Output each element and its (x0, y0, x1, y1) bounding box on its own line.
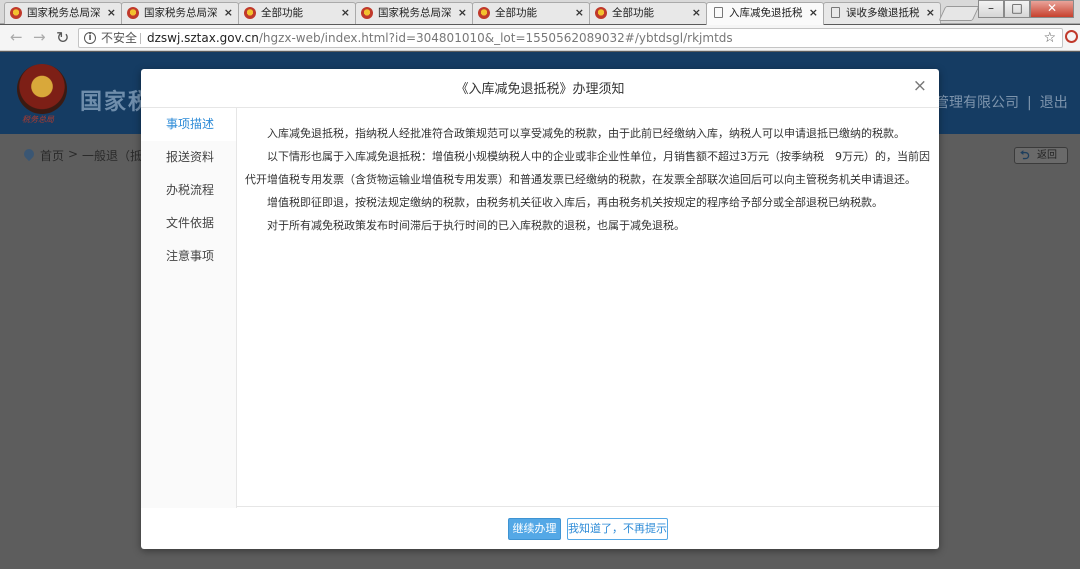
continue-button[interactable]: 继续办理 (508, 518, 561, 540)
national-emblem-icon (17, 64, 67, 114)
browser-tab[interactable]: 国家税务总局深 × (121, 2, 239, 24)
maximize-icon[interactable]: □ (1004, 0, 1030, 18)
browser-tab-strip: 国家税务总局深 × 国家税务总局深 × 全部功能 × 国家税务总局深 × 全部功… (0, 0, 1080, 25)
notice-dialog: 《入库减免退抵税》办理须知 × 事项描述 报送资料 办税流程 文件依据 注意事项… (141, 69, 939, 549)
tax-emblem-icon (244, 7, 256, 19)
content-paragraph: 对于所有减免税政策发布时间滞后于执行时间的已入库税款的退税，也属于减免退税。 (267, 219, 685, 232)
window-close-icon[interactable]: ✕ (1030, 0, 1074, 18)
side-item-notes[interactable]: 注意事项 (141, 240, 236, 273)
emblem-caption: 税务总局 (22, 115, 54, 124)
tab-label: 国家税务总局深 (378, 7, 452, 19)
close-icon[interactable]: × (224, 3, 233, 23)
document-icon (831, 7, 840, 18)
side-item-legal-basis[interactable]: 文件依据 (141, 207, 236, 240)
extension-icon[interactable] (1065, 30, 1078, 43)
info-icon[interactable]: i (84, 32, 96, 44)
tax-emblem-icon (361, 7, 373, 19)
divider (140, 33, 141, 44)
dialog-footer: 继续办理 我知道了，不再提示 (141, 507, 939, 549)
content-paragraph: 增值税即征即退，按税法规定缴纳的税款，由税务机关征收入库后，再由税务机关按规定的… (267, 196, 883, 209)
tab-label: 全部功能 (261, 7, 303, 19)
url-path: /hgzx-web/index.html?id=304801010&_lot=1… (258, 31, 733, 45)
header-divider: | (1027, 95, 1032, 111)
tab-label: 国家税务总局深 (27, 7, 101, 19)
close-icon[interactable]: × (692, 3, 701, 23)
location-pin-icon (21, 146, 37, 162)
tab-label: 全部功能 (612, 7, 654, 19)
browser-tab-active[interactable]: 入库减免退抵税 × (706, 2, 824, 25)
tax-emblem-icon (10, 7, 22, 19)
tax-emblem-icon (127, 7, 139, 19)
return-arrow-icon: ⮌ (1020, 148, 1030, 162)
back-arrow-icon[interactable]: ← (10, 29, 23, 46)
minimize-icon[interactable]: – (978, 0, 1004, 18)
browser-toolbar: ← → ↻ i 不安全 dzswj.sztax.gov.cn/hgzx-web/… (0, 25, 1080, 51)
reload-icon[interactable]: ↻ (56, 29, 69, 46)
close-icon[interactable]: × (575, 3, 584, 23)
bookmark-star-icon[interactable]: ☆ (1043, 29, 1056, 47)
content-paragraph: 入库减免退抵税，指纳税人经批准符合政策规范可以享受减免的税款，由于此前已经缴纳入… (267, 127, 905, 140)
close-icon[interactable]: × (913, 77, 927, 95)
side-item-materials[interactable]: 报送资料 (141, 141, 236, 174)
back-button[interactable]: ⮌ 返回 (1014, 147, 1068, 164)
tab-label: 入库减免退抵税 (729, 7, 803, 19)
back-label: 返回 (1037, 150, 1057, 161)
browser-tab[interactable]: 国家税务总局深 × (4, 2, 122, 24)
close-icon[interactable]: × (926, 3, 935, 23)
browser-tab[interactable]: 全部功能 × (238, 2, 356, 24)
breadcrumb-home[interactable]: 首页 (40, 147, 64, 164)
breadcrumb-current[interactable]: 一般退（抵 (82, 147, 142, 164)
tax-emblem-icon (478, 7, 490, 19)
browser-tab[interactable]: 全部功能 × (589, 2, 707, 24)
side-item-process[interactable]: 办税流程 (141, 174, 236, 207)
close-icon[interactable]: × (458, 3, 467, 23)
security-label[interactable]: 不安全 (101, 29, 137, 47)
browser-tab[interactable]: 全部功能 × (472, 2, 590, 24)
logout-link[interactable]: 退出 (1040, 95, 1068, 111)
breadcrumb-separator: > (68, 147, 79, 161)
dialog-side-nav: 事项描述 报送资料 办税流程 文件依据 注意事项 (141, 108, 237, 508)
close-icon[interactable]: × (341, 3, 350, 23)
company-name: 管理有限公司 (935, 95, 1019, 111)
browser-tab[interactable]: 误收多缴退抵税 × (823, 2, 941, 24)
document-icon (714, 7, 723, 18)
side-item-description[interactable]: 事项描述 (141, 108, 236, 141)
tab-label: 误收多缴退抵税 (846, 7, 920, 19)
new-tab-button[interactable] (938, 6, 980, 21)
close-icon[interactable]: × (809, 3, 818, 23)
close-icon[interactable]: × (107, 3, 116, 23)
window-controls: – □ ✕ (978, 0, 1074, 18)
dont-show-again-button[interactable]: 我知道了，不再提示 (567, 518, 668, 540)
dialog-content: 入库减免退抵税，指纳税人经批准符合政策规范可以享受减免的税款，由于此前已经缴纳入… (245, 108, 933, 237)
tab-label: 国家税务总局深 (144, 7, 218, 19)
tab-label: 全部功能 (495, 7, 537, 19)
url-host: dzswj.sztax.gov.cn (147, 31, 259, 45)
address-bar[interactable]: i 不安全 dzswj.sztax.gov.cn/hgzx-web/index.… (78, 28, 1063, 48)
user-area: 管理有限公司 | 退出 (935, 92, 1068, 112)
browser-tab[interactable]: 国家税务总局深 × (355, 2, 473, 24)
dialog-title: 《入库减免退抵税》办理须知 (455, 82, 625, 97)
url-text[interactable]: dzswj.sztax.gov.cn/hgzx-web/index.html?i… (147, 29, 733, 47)
content-paragraph: 以下情形也属于入库减免退抵税：增值税小规模纳税人中的企业或非企业性单位，月销售额… (245, 150, 930, 186)
dialog-body: 事项描述 报送资料 办税流程 文件依据 注意事项 入库减免退抵税，指纳税人经批准… (141, 107, 939, 508)
forward-arrow-icon[interactable]: → (33, 29, 46, 46)
tax-emblem-icon (595, 7, 607, 19)
